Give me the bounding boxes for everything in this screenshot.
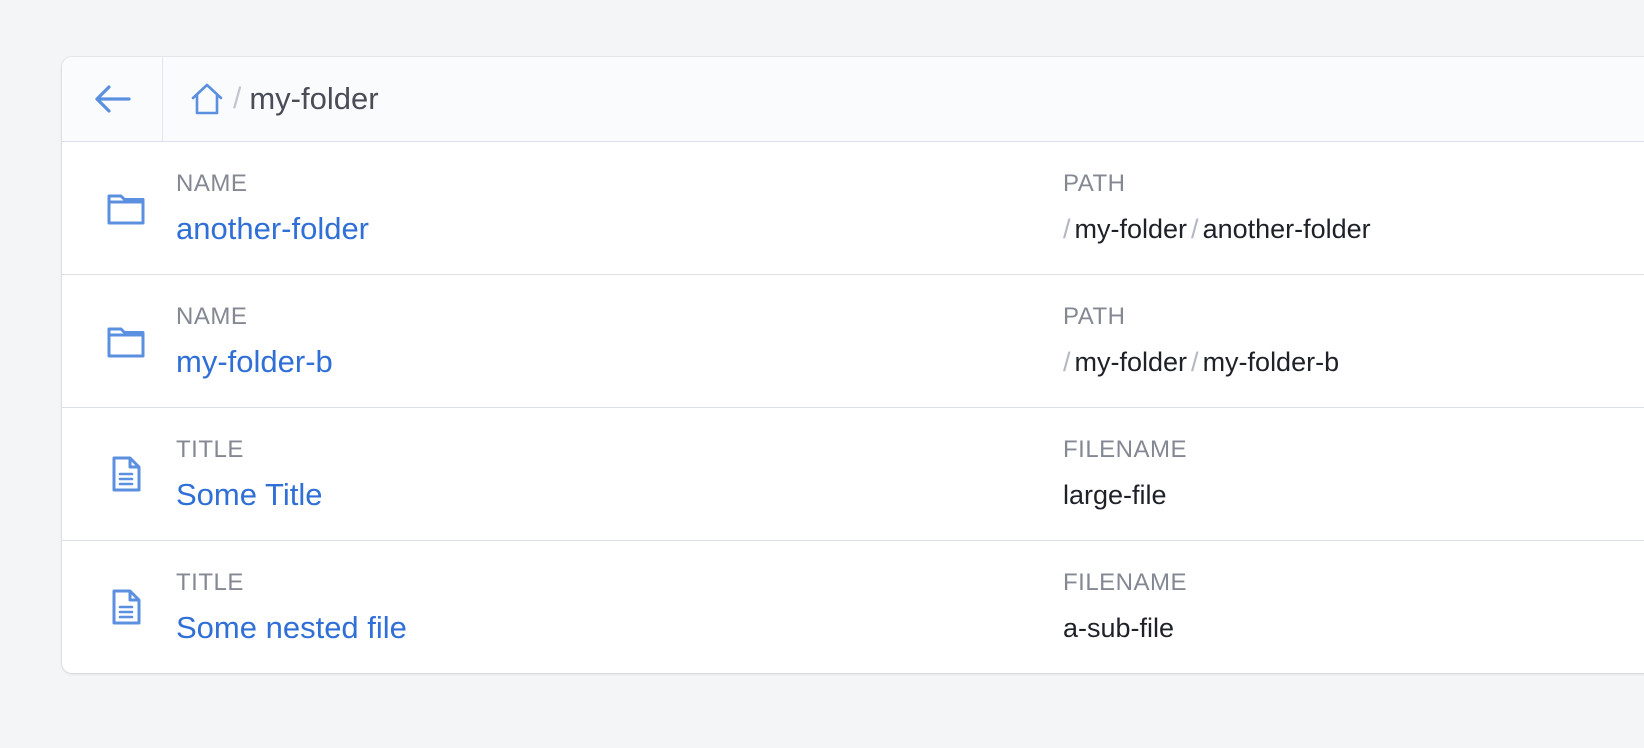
- breadcrumb-separator: /: [233, 82, 242, 115]
- back-button[interactable]: [62, 57, 163, 141]
- folder-icon: [107, 194, 145, 225]
- path-segment: my-folder: [1074, 347, 1188, 377]
- path-label: PATH: [1063, 170, 1126, 197]
- document-icon: [112, 456, 141, 492]
- filename-label: FILENAME: [1063, 436, 1188, 463]
- document-icon: [112, 589, 141, 625]
- file-browser-panel: / my-folder NAME another-folder PATH / my…: [62, 57, 1644, 673]
- path-separator: /: [1063, 214, 1071, 244]
- path-segment: my-folder: [1074, 214, 1188, 244]
- item-title-link[interactable]: Some Title: [176, 472, 322, 518]
- item-path: / my-folder / my-folder-b: [1063, 339, 1339, 385]
- path-label: PATH: [1063, 303, 1126, 330]
- title-label: TITLE: [176, 436, 244, 463]
- item-path: / my-folder / another-folder: [1063, 206, 1371, 252]
- filename-label: FILENAME: [1063, 569, 1188, 596]
- item-name-link[interactable]: another-folder: [176, 206, 369, 252]
- title-label: TITLE: [176, 569, 244, 596]
- list-item[interactable]: TITLE Some Title FILENAME large-file: [62, 408, 1644, 541]
- path-segment: another-folder: [1202, 214, 1371, 244]
- item-filename: a-sub-file: [1063, 613, 1175, 643]
- path-separator: /: [1191, 214, 1199, 244]
- navigation-bar: / my-folder: [62, 57, 1644, 142]
- home-icon: [191, 83, 223, 115]
- list-item[interactable]: NAME another-folder PATH / my-folder / anot…: [62, 142, 1644, 275]
- name-label: NAME: [176, 170, 248, 197]
- name-label: NAME: [176, 303, 248, 330]
- breadcrumb: / my-folder: [163, 57, 379, 141]
- path-separator: /: [1063, 347, 1071, 377]
- path-separator: /: [1191, 347, 1199, 377]
- item-name-link[interactable]: my-folder-b: [176, 339, 333, 385]
- folder-icon: [107, 327, 145, 358]
- path-segment: my-folder-b: [1202, 347, 1340, 377]
- breadcrumb-home[interactable]: [189, 81, 225, 117]
- breadcrumb-current: my-folder: [249, 81, 379, 116]
- list-item[interactable]: TITLE Some nested file FILENAME a-sub-fi…: [62, 541, 1644, 673]
- list-item[interactable]: NAME my-folder-b PATH / my-folder / my-fold…: [62, 275, 1644, 408]
- arrow-left-icon: [95, 85, 131, 113]
- item-title-link[interactable]: Some nested file: [176, 605, 407, 651]
- item-filename: large-file: [1063, 480, 1167, 510]
